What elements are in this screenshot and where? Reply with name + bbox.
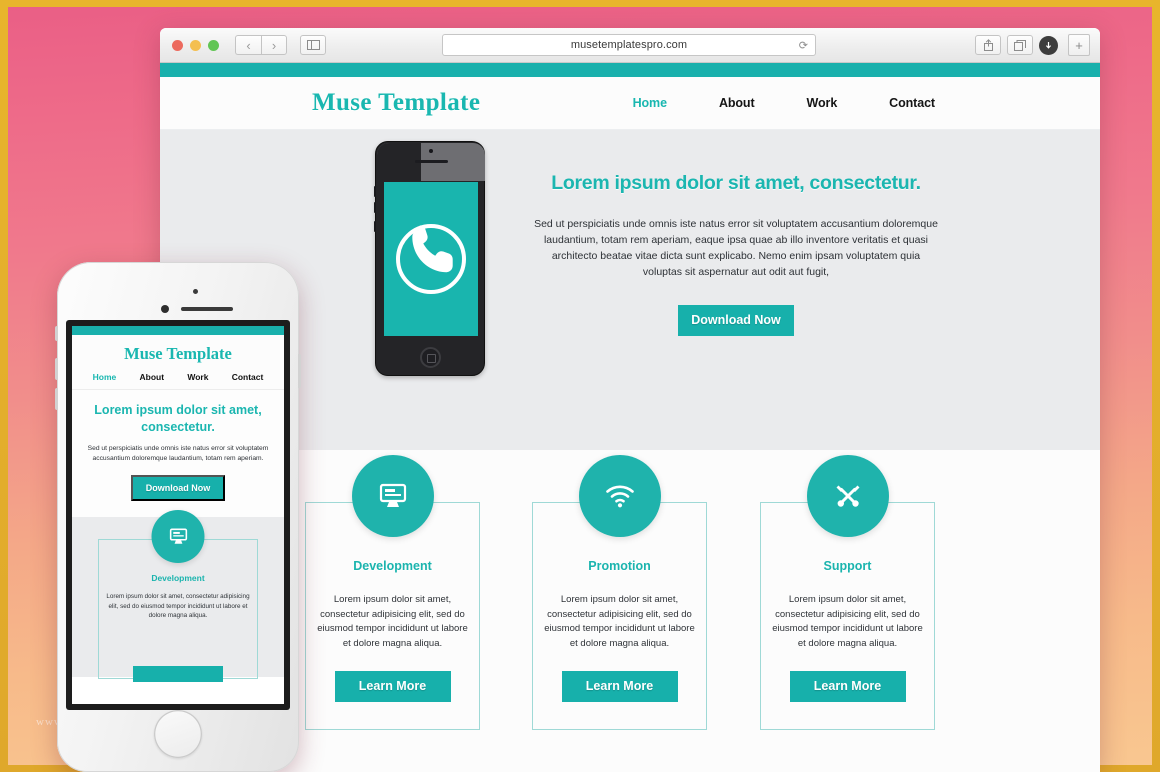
show-sidebar-button[interactable] [300,35,326,55]
sidebar-icon [306,40,320,50]
mobile-mute-switch [55,326,58,341]
mobile-hero-section: Lorem ipsum dolor sit amet, consectetur.… [72,390,284,517]
mobile-home-button[interactable] [154,710,202,758]
mobile-feature-description: Lorem ipsum dolor sit amet, consectetur … [106,593,250,619]
address-bar[interactable]: musetemplatespro.com ⟳ [442,34,816,56]
feature-card-support: Support Lorem ipsum dolor sit amet, cons… [760,455,935,730]
mobile-site-header: Muse Template Home About Work Contact [72,335,284,390]
mobile-volume-down-button [55,388,58,410]
phone-body [374,141,485,376]
top-accent-bar [160,63,1100,77]
phone-home-button [420,347,441,368]
feature-description: Lorem ipsum dolor sit amet, consectetur … [544,594,695,649]
site-logo[interactable]: Muse Template [312,89,480,117]
mobile-features-section: Development Lorem ipsum dolor sit amet, … [72,510,284,682]
mobile-top-accent-bar [72,326,284,335]
mobile-earpiece-speaker [181,307,233,311]
monitor-glyph-icon [379,483,406,507]
mobile-learn-more-button[interactable] [133,666,223,682]
nav-item-work[interactable]: Work [807,96,838,110]
window-controls[interactable] [172,39,219,51]
back-button[interactable]: ‹ [235,35,261,55]
share-button[interactable] [975,35,1001,55]
url-text: musetemplatespro.com [570,39,688,51]
nav-item-about[interactable]: About [719,96,755,110]
show-tabs-button[interactable] [1007,35,1033,55]
monitor-icon [351,455,434,537]
mobile-front-camera-icon [193,289,198,294]
mobile-nav-item-about[interactable]: About [140,372,165,382]
reload-icon[interactable]: ⟳ [799,39,808,52]
hero-section: Lorem ipsum dolor sit amet, consectetur.… [160,130,1100,450]
mobile-phone-body: Muse Template Home About Work Contact Lo… [55,262,301,772]
close-window-button[interactable] [172,39,183,51]
mobile-site-logo[interactable]: Muse Template [72,344,284,364]
mobile-screen: Muse Template Home About Work Contact Lo… [72,326,284,704]
feature-description: Lorem ipsum dolor sit amet, consectetur … [772,594,923,649]
phone-camera-icon [429,149,433,153]
mobile-hero-description: Sed ut perspiciatis unde omnis iste natu… [87,445,269,462]
tabs-icon [1014,39,1026,51]
plus-icon: + [1075,37,1083,53]
wifi-icon [578,455,661,537]
mobile-hero-title: Lorem ipsum dolor sit amet, consectetur. [94,403,262,434]
monitor-glyph-icon [169,528,187,544]
toolbar-right-buttons: + [975,34,1090,56]
mobile-nav-item-contact[interactable]: Contact [232,372,264,382]
mobile-volume-up-button [55,358,58,380]
site-header: Muse Template Home About Work Contact [160,77,1100,130]
phone-volume-up-button [374,186,376,197]
share-icon [983,39,993,51]
mobile-navigation: Home About Work Contact [72,364,284,390]
main-navigation: Home About Work Contact [633,96,936,110]
mobile-nav-item-home[interactable]: Home [93,372,117,382]
phone-circle-icon [396,224,466,294]
feature-card-promotion: Promotion Lorem ipsum dolor sit amet, co… [532,455,707,730]
download-now-button[interactable]: Download Now [678,305,794,336]
feature-title: Promotion [588,559,651,573]
features-section: Development Lorem ipsum dolor sit amet, … [160,450,1100,772]
new-tab-button[interactable]: + [1068,34,1090,56]
phone-screen [384,182,478,336]
download-arrow-icon [1045,41,1052,49]
mobile-feature-title: Development [151,573,205,583]
tools-icon [806,455,889,537]
minimize-window-button[interactable] [190,39,201,51]
website-viewport: Muse Template Home About Work Contact Lo… [160,63,1100,772]
chevron-left-icon: ‹ [246,37,251,53]
mobile-screen-bezel: Muse Template Home About Work Contact Lo… [66,320,290,710]
browser-window: ‹ › musetemplatespro.com ⟳ + Muse Templa… [160,28,1100,772]
hero-title: Lorem ipsum dolor sit amet, consectetur. [551,172,921,194]
wrench-screwdriver-glyph-icon [836,485,859,507]
navigation-buttons[interactable]: ‹ › [235,35,287,55]
feature-description: Lorem ipsum dolor sit amet, consectetur … [317,594,468,649]
hero-copy: Lorem ipsum dolor sit amet, consectetur.… [532,172,940,336]
zoom-window-button[interactable] [208,39,219,51]
nav-item-home[interactable]: Home [633,96,667,110]
mobile-feature-card-development: Development Lorem ipsum dolor sit amet, … [98,510,258,682]
hero-phone-mockup [374,141,485,376]
monitor-icon [151,510,205,563]
phone-mute-switch [374,221,376,232]
hero-description: Sed ut perspiciatis unde omnis iste natu… [534,218,938,278]
wifi-glyph-icon [605,485,634,508]
phone-speaker [415,160,448,163]
downloads-button[interactable] [1039,35,1058,55]
nav-item-contact[interactable]: Contact [889,96,935,110]
mobile-power-button [298,354,301,388]
learn-more-button-development[interactable]: Learn More [334,671,451,702]
learn-more-button-promotion[interactable]: Learn More [561,671,678,702]
forward-button[interactable]: › [261,35,287,55]
chevron-right-icon: › [271,37,277,53]
mobile-nav-item-work[interactable]: Work [187,372,208,382]
browser-toolbar: ‹ › musetemplatespro.com ⟳ + [160,28,1100,63]
feature-title: Support [823,559,872,573]
feature-title: Development [353,559,432,573]
learn-more-button-support[interactable]: Learn More [789,671,906,702]
mobile-download-now-button[interactable]: Download Now [130,475,226,501]
mobile-phone-mockup: Muse Template Home About Work Contact Lo… [55,262,301,772]
feature-card-development: Development Lorem ipsum dolor sit amet, … [305,455,480,730]
phone-volume-down-button [374,202,376,213]
mobile-sensor-icon [161,305,169,313]
